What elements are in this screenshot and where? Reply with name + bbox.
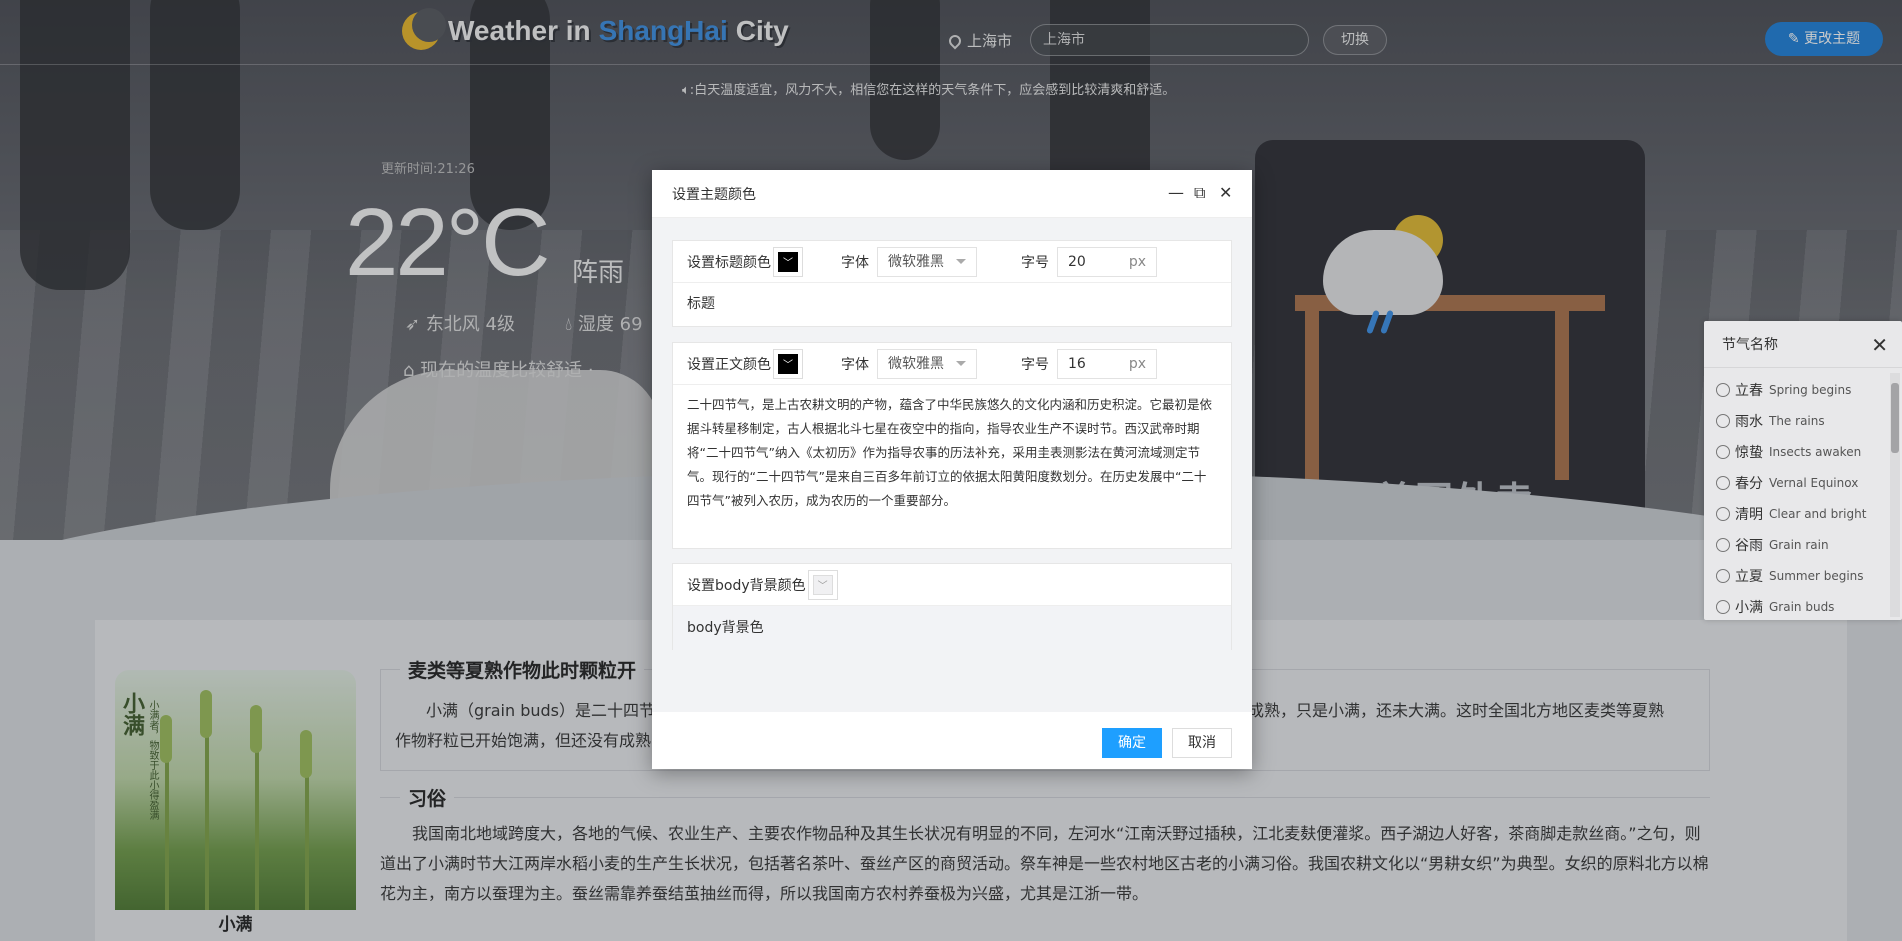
- title-settings-row: 设置标题颜色 ﹀ 字体 微软雅黑 字号 20 px: [673, 241, 1231, 283]
- solar-term-item[interactable]: 清明 Clear and bright: [1716, 498, 1902, 529]
- scrollbar-thumb[interactable]: [1891, 383, 1899, 453]
- body-size-label: 字号: [1021, 356, 1049, 373]
- title-preview: 标题: [687, 296, 715, 312]
- body-settings-row: 设置正文颜色 ﹀ 字体 微软雅黑 字号 16 px: [673, 343, 1231, 385]
- body-preview: 二十四节气，是上古农耕文明的产物，蕴含了中华民族悠久的文化内涵和历史积淀。它最初…: [687, 397, 1213, 508]
- background-color-label: 设置body背景颜色: [687, 577, 806, 594]
- body-color-label: 设置正文颜色: [687, 356, 771, 373]
- title-color-picker[interactable]: ﹀: [773, 246, 803, 277]
- solar-term-item[interactable]: 立夏 Summer begins: [1716, 560, 1902, 591]
- title-font-label: 字体: [841, 254, 869, 271]
- solar-term-item[interactable]: 雨水 The rains: [1716, 405, 1902, 436]
- title-font-select[interactable]: 微软雅黑: [877, 246, 977, 277]
- body-font-label: 字体: [841, 356, 869, 373]
- title-size-label: 字号: [1021, 254, 1049, 271]
- confirm-button[interactable]: 确定: [1102, 728, 1162, 758]
- dialog-title: 设置主题颜色: [652, 170, 1252, 218]
- solar-terms-list: 立春 Spring begins 雨水 The rains 惊蛰 Insects aw…: [1704, 368, 1902, 622]
- solar-term-item[interactable]: 立春 Spring begins: [1716, 374, 1902, 405]
- title-size-value: 20: [1068, 253, 1086, 270]
- background-preview: body背景色: [673, 606, 1231, 650]
- close-icon[interactable]: ✕: [1219, 184, 1232, 202]
- minimize-icon[interactable]: —: [1168, 184, 1184, 202]
- title-color-label: 设置标题颜色: [687, 254, 771, 271]
- background-settings-row: 设置body背景颜色 ﹀: [673, 564, 1231, 606]
- smile-icon: [1716, 599, 1730, 614]
- chevron-down-icon: ﹀: [778, 251, 798, 272]
- background-color-picker[interactable]: ﹀: [807, 569, 838, 600]
- smile-icon: [1716, 568, 1730, 583]
- body-size-value: 16: [1068, 355, 1086, 372]
- close-icon[interactable]: ✕: [1871, 333, 1888, 357]
- theme-color-dialog: 设置主题颜色 — ⧉ ✕ 设置标题颜色 ﹀ 字体 微软雅黑 字号 20 px 标题…: [652, 170, 1252, 769]
- terms-scrollbar[interactable]: [1890, 373, 1900, 617]
- smile-icon: [1716, 413, 1730, 428]
- body-settings-group: 设置正文颜色 ﹀ 字体 微软雅黑 字号 16 px 二十四节气，是上古农耕文明的产…: [672, 342, 1232, 549]
- body-font-select[interactable]: 微软雅黑: [877, 348, 977, 379]
- solar-term-item[interactable]: 春分 Vernal Equinox: [1716, 467, 1902, 498]
- body-color-picker[interactable]: ﹀: [773, 348, 803, 379]
- maximize-icon[interactable]: ⧉: [1194, 184, 1205, 202]
- smile-icon: [1716, 444, 1730, 459]
- body-size-unit: px: [1128, 355, 1146, 372]
- smile-icon: [1716, 506, 1730, 521]
- title-size-unit: px: [1128, 253, 1146, 270]
- chevron-down-icon: ﹀: [812, 574, 833, 595]
- solar-term-item[interactable]: 小满 Grain buds: [1716, 591, 1902, 622]
- chevron-down-icon: ﹀: [778, 353, 798, 374]
- solar-term-item[interactable]: 惊蛰 Insects awaken: [1716, 436, 1902, 467]
- body-size-input[interactable]: 16 px: [1057, 348, 1157, 379]
- smile-icon: [1716, 537, 1730, 552]
- solar-terms-panel: 节气名称 ✕ 立春 Spring begins 雨水 The rains 惊蛰 Ins…: [1704, 321, 1902, 620]
- cancel-button[interactable]: 取消: [1172, 728, 1232, 758]
- smile-icon: [1716, 475, 1730, 490]
- dialog-body: 设置标题颜色 ﹀ 字体 微软雅黑 字号 20 px 标题 设置正文颜色 ﹀ 字体 …: [652, 218, 1252, 712]
- title-settings-group: 设置标题颜色 ﹀ 字体 微软雅黑 字号 20 px 标题: [672, 240, 1232, 327]
- background-settings-group: 设置body背景颜色 ﹀ body背景色: [672, 563, 1232, 650]
- smile-icon: [1716, 382, 1730, 397]
- title-size-input[interactable]: 20 px: [1057, 246, 1157, 277]
- solar-term-item[interactable]: 谷雨 Grain rain: [1716, 529, 1902, 560]
